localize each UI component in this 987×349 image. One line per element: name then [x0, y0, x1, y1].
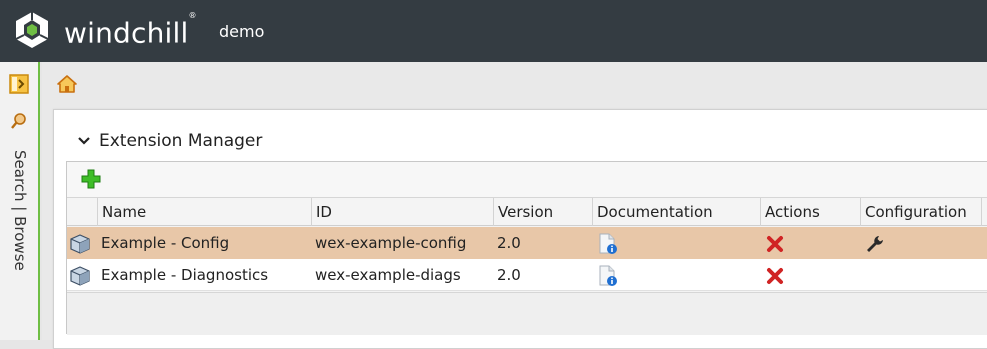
column-header-id[interactable]: ID: [311, 198, 493, 226]
document-info-icon[interactable]: [598, 265, 618, 287]
main-area: Extension Manager Name ID Version Docume…: [42, 62, 987, 349]
column-header-icon[interactable]: [67, 198, 97, 226]
document-info-icon[interactable]: [598, 233, 618, 255]
extensions-table: Name ID Version Documentation Actions Co…: [66, 161, 987, 335]
brand-name: windchill®: [64, 11, 197, 50]
extension-name: Example - Diagnostics: [101, 266, 269, 284]
sidebar-expand-icon[interactable]: [9, 74, 29, 94]
extension-cube-icon: [70, 266, 90, 286]
search-icon[interactable]: [10, 112, 28, 130]
extension-name: Example - Config: [101, 234, 230, 252]
sidebar: Search | Browse: [0, 62, 40, 340]
search-browse-tab[interactable]: Search | Browse: [7, 150, 33, 290]
table-footer: [67, 292, 987, 335]
column-header-version[interactable]: Version: [493, 198, 592, 226]
search-browse-label: Search | Browse: [11, 150, 29, 271]
column-header-filler: [981, 198, 987, 226]
add-plus-icon[interactable]: [80, 168, 102, 190]
table-row[interactable]: Example - Config wex-example-config 2.0: [67, 227, 987, 259]
extension-manager-panel: Extension Manager Name ID Version Docume…: [53, 109, 987, 349]
extension-cube-icon: [70, 234, 90, 254]
table-row[interactable]: Example - Diagnostics wex-example-diags …: [67, 259, 987, 291]
home-icon[interactable]: [56, 74, 78, 94]
extension-id: wex-example-config: [315, 234, 467, 252]
extension-version: 2.0: [497, 266, 521, 284]
panel-header[interactable]: Extension Manager: [74, 128, 574, 158]
table-toolbar: [67, 162, 987, 198]
delete-x-icon[interactable]: [766, 267, 784, 285]
extension-id: wex-example-diags: [315, 266, 461, 284]
table-header: Name ID Version Documentation Actions Co…: [67, 198, 987, 226]
wrench-icon[interactable]: [865, 234, 885, 254]
panel-title: Extension Manager: [99, 131, 263, 151]
column-header-name[interactable]: Name: [97, 198, 311, 226]
column-header-actions[interactable]: Actions: [760, 198, 860, 226]
column-header-documentation[interactable]: Documentation: [592, 198, 760, 226]
top-bar: windchill® demo: [0, 0, 987, 62]
delete-x-icon[interactable]: [766, 235, 784, 253]
windchill-logo-icon[interactable]: [12, 10, 52, 50]
context-name[interactable]: demo: [219, 22, 264, 42]
extension-version: 2.0: [497, 234, 521, 252]
chevron-down-icon[interactable]: [77, 134, 91, 148]
column-header-configuration[interactable]: Configuration: [860, 198, 981, 226]
